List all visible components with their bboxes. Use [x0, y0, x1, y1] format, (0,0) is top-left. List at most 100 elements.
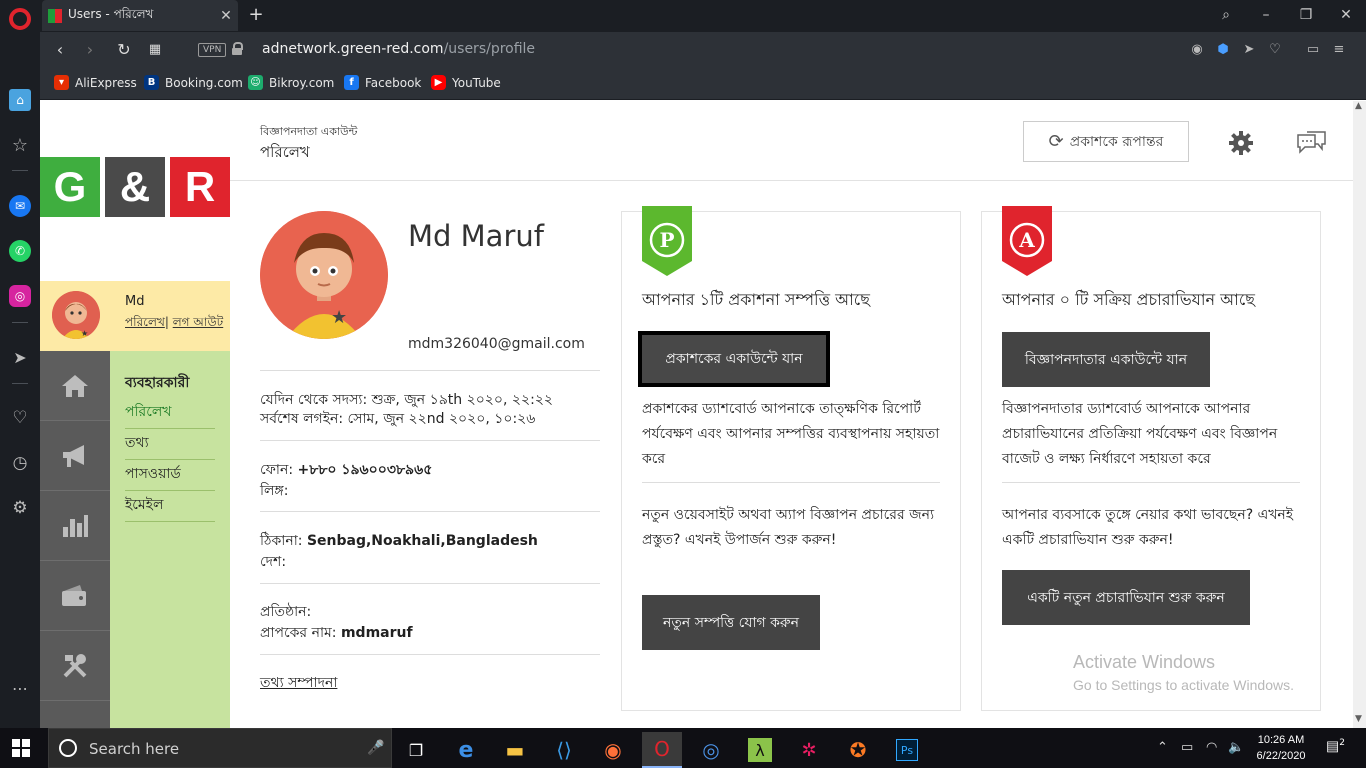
search-tabs-icon[interactable]: ⌕ — [1206, 0, 1246, 32]
back-button[interactable]: ‹ — [48, 38, 72, 62]
publisher-badge-icon: P — [642, 206, 692, 276]
photoshop-icon[interactable]: Ps — [887, 732, 927, 768]
send-page-icon[interactable]: ➤ — [1240, 41, 1258, 59]
lambda-app-icon[interactable]: λ — [740, 732, 780, 768]
tab-close-icon[interactable]: ✕ — [214, 8, 238, 24]
chrome-icon[interactable]: ◎ — [691, 732, 731, 768]
volume-icon[interactable]: 🔈 — [1228, 740, 1244, 755]
facebook-icon: f — [344, 75, 359, 90]
opera-logo-icon[interactable] — [9, 8, 31, 30]
vpn-badge[interactable]: VPN — [198, 43, 227, 57]
scroll-down-icon[interactable]: ▼ — [1355, 714, 1362, 724]
send-icon[interactable]: ➤ — [9, 346, 31, 368]
taskbar-search-input[interactable]: Search here 🎤 — [48, 728, 392, 768]
firefox-icon[interactable]: ◉ — [593, 732, 633, 768]
activation-watermark-title: Activate Windows — [1073, 652, 1216, 672]
reload-button[interactable]: ↻ — [112, 38, 136, 62]
edge-icon[interactable]: e — [446, 732, 486, 768]
youtube-icon: ▶ — [431, 75, 446, 90]
battery-icon[interactable]: ▭ — [1304, 41, 1322, 59]
lock-icon[interactable] — [232, 42, 243, 55]
sidebar-home[interactable] — [40, 351, 110, 421]
xampp-icon[interactable]: ✪ — [838, 732, 878, 768]
new-campaign-button[interactable]: একটি নতুন প্রচারাভিযান শুরু করুন — [1002, 570, 1250, 625]
sidebar-item-email[interactable]: ইমেইল — [125, 491, 215, 522]
payee-name: প্রাপকের নাম: mdmaruf — [260, 625, 413, 641]
publisher-description: প্রকাশকের ড্যাশবোর্ড আপনাকে তাত্ক্ষণিক র… — [642, 401, 940, 467]
bookmark-youtube[interactable]: ▶ YouTube — [431, 75, 501, 90]
logo-g: G — [40, 157, 100, 217]
edit-info-link[interactable]: তথ্য সম্পাদনা — [260, 671, 337, 695]
avatar[interactable]: ★ — [52, 291, 100, 339]
menu-icon[interactable]: ≡ — [1330, 41, 1348, 59]
file-explorer-icon[interactable]: ▬ — [495, 732, 535, 768]
site-logo[interactable]: G & R — [40, 101, 230, 281]
opera-taskbar-icon[interactable]: O — [642, 732, 682, 768]
new-tab-button[interactable]: + — [244, 4, 268, 28]
network-icon[interactable]: ▭ — [1181, 740, 1193, 755]
vscode-icon[interactable]: ⟨⟩ — [544, 732, 584, 768]
messenger-icon[interactable]: ✉ — [9, 195, 31, 217]
sidebar-campaigns[interactable] — [40, 421, 110, 491]
bookmark-bikroy[interactable]: ☺ Bikroy.com — [248, 75, 334, 90]
instagram-icon[interactable]: ◎ — [9, 285, 31, 307]
tray-chevron-icon[interactable]: ⌃ — [1157, 740, 1168, 755]
microphone-icon[interactable]: 🎤 — [367, 740, 384, 756]
gender: লিঙ্গ: — [260, 483, 289, 499]
tabs-grid-icon[interactable]: ▦ — [143, 38, 167, 62]
sidebar-wallet[interactable] — [40, 561, 110, 631]
sidebar-tools[interactable] — [40, 631, 110, 701]
profile-link[interactable]: পরিলেখ — [125, 315, 165, 329]
advertiser-card: A আপনার ০ টি সক্রিয় প্রচারাভিযান আছে বি… — [981, 206, 1321, 711]
svg-text:★: ★ — [331, 307, 347, 328]
publisher-title: আপনার ১টি প্রকাশনা সম্পত্তি আছে — [642, 290, 870, 309]
taskbar-clock[interactable]: 10:26 AM 6/22/2020 — [1246, 732, 1316, 764]
task-view-icon[interactable]: ❐ — [396, 732, 436, 768]
close-window-button[interactable]: ✕ — [1326, 0, 1366, 32]
minimize-button[interactable]: – — [1246, 0, 1286, 32]
bookmark-heart-icon[interactable]: ♡ — [1266, 41, 1284, 59]
advertiser-badge-icon: A — [1002, 206, 1052, 276]
bookmark-facebook[interactable]: f Facebook — [344, 75, 421, 90]
bookmark-booking[interactable]: B Booking.com — [144, 75, 243, 90]
gear-icon[interactable] — [1225, 129, 1257, 157]
link-separator: | — [164, 315, 169, 329]
sidebar-item-info[interactable]: তথ্য — [125, 429, 215, 460]
url-field[interactable]: adnetwork.green-red.com/users/profile — [262, 41, 535, 57]
scroll-up-icon[interactable]: ▲ — [1355, 101, 1362, 111]
maximize-button[interactable]: ❐ — [1286, 0, 1326, 32]
shield-icon[interactable]: ⬢ — [1214, 41, 1232, 59]
tab-strip: Users - পরিলেখ ✕ + ⌕ – ❐ ✕ — [40, 0, 1366, 32]
go-to-publisher-button[interactable]: প্রকাশকের একাউন্টে যান — [638, 331, 830, 387]
switch-to-publisher-button[interactable]: ⟳ প্রকাশকে রূপান্তর — [1023, 121, 1189, 162]
go-to-advertiser-button[interactable]: বিজ্ঞাপনদাতার একাউন্টে যান — [1002, 332, 1210, 387]
sidebar-reports[interactable] — [40, 491, 110, 561]
user-name: Md — [125, 294, 145, 309]
more-icon[interactable]: ⋯ — [9, 677, 31, 699]
star-icon[interactable]: ☆ — [9, 134, 31, 156]
heart-icon[interactable]: ♡ — [9, 407, 31, 429]
publisher-card: P আপনার ১টি প্রকাশনা সম্পত্তি আছে প্রকাশ… — [621, 206, 961, 711]
page-scrollbar[interactable] — [1353, 101, 1366, 728]
bookmark-aliexpress[interactable]: ▾ AliExpress — [54, 75, 137, 90]
wallet-icon — [62, 584, 86, 606]
forward-button[interactable]: › — [78, 38, 102, 62]
notifications-icon[interactable]: ▤2 — [1326, 738, 1345, 755]
windows-start-icon[interactable] — [12, 739, 30, 757]
wifi-icon[interactable]: ◠ — [1206, 740, 1217, 755]
svg-text:P: P — [659, 228, 674, 252]
add-property-button[interactable]: নতুন সম্পত্তি যোগ করুন — [642, 595, 820, 650]
opera-sidebar: ⌂ ☆ ✉ ✆ ◎ ➤ ♡ ◷ ⚙ ⋯ — [0, 0, 40, 728]
whatsapp-icon[interactable]: ✆ — [9, 240, 31, 262]
chat-icon[interactable] — [1295, 129, 1327, 157]
sidebar-item-profile[interactable]: পরিলেখ — [125, 398, 215, 429]
browser-tab[interactable]: Users - পরিলেখ ✕ — [42, 0, 238, 31]
settings-icon[interactable]: ⚙ — [9, 497, 31, 519]
camera-icon[interactable]: ◉ — [1188, 41, 1206, 59]
sidebar-item-password[interactable]: পাসওয়ার্ড — [125, 460, 215, 491]
home-icon[interactable]: ⌂ — [9, 89, 31, 111]
profile-email: mdm326040@gmail.com — [408, 336, 585, 352]
logout-link[interactable]: লগ আউট — [173, 315, 224, 329]
snipping-tool-icon[interactable]: ✲ — [789, 732, 829, 768]
history-icon[interactable]: ◷ — [9, 452, 31, 474]
